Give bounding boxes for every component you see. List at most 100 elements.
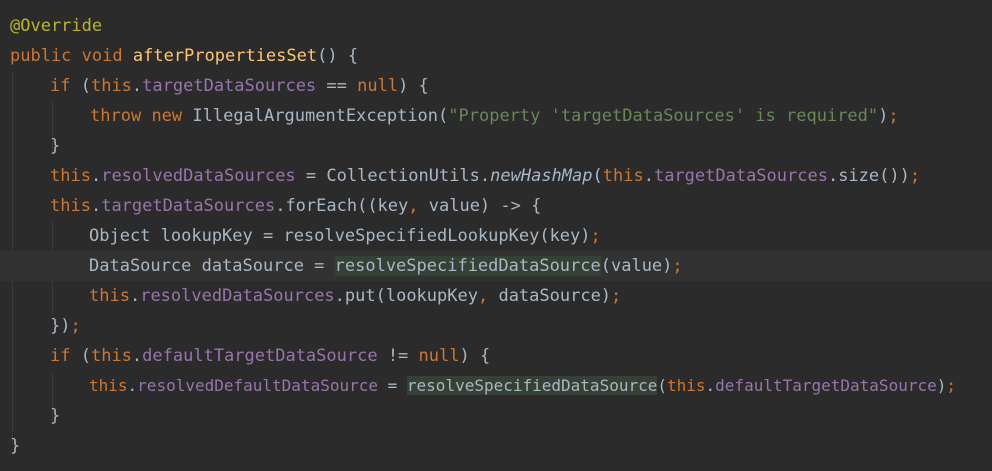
code-token: if bbox=[50, 346, 71, 366]
code-line[interactable]: if (this.defaultTargetDataSource != null… bbox=[0, 341, 992, 371]
code-token: resolvedDataSources bbox=[101, 166, 296, 186]
code-token: targetDataSources bbox=[101, 196, 276, 216]
code-line[interactable]: Object lookupKey = resolveSpecifiedLooku… bbox=[0, 221, 992, 251]
code-text: if (this.defaultTargetDataSource != null… bbox=[50, 341, 490, 371]
code-token: , bbox=[408, 196, 419, 216]
code-line[interactable]: throw new IllegalArgumentException("Prop… bbox=[0, 101, 992, 131]
code-line[interactable]: } bbox=[0, 431, 992, 461]
code-token: Object lookupKey = resolveSpecifiedLooku… bbox=[89, 226, 591, 246]
code-token: defaultTargetDataSource bbox=[715, 376, 937, 395]
code-token: ) { bbox=[398, 76, 429, 96]
code-token: public bbox=[10, 46, 72, 66]
code-line[interactable]: this.resolvedDataSources = CollectionUti… bbox=[0, 161, 992, 191]
code-token: . bbox=[90, 166, 102, 186]
code-token: "Property 'targetDataSources' is require… bbox=[448, 106, 879, 126]
code-token: DataSource dataSource = bbox=[89, 256, 335, 276]
code-token: resolvedDataSources bbox=[140, 286, 335, 306]
code-token: ( bbox=[70, 346, 91, 366]
code-token: } bbox=[50, 136, 61, 156]
code-token: . bbox=[127, 376, 138, 395]
code-token: this bbox=[50, 166, 91, 186]
code-token: this bbox=[90, 346, 132, 366]
code-token: ( bbox=[657, 376, 667, 395]
code-token: void bbox=[81, 46, 123, 66]
code-text: Object lookupKey = resolveSpecifiedLooku… bbox=[89, 221, 601, 251]
code-token: IllegalArgumentException( bbox=[182, 106, 449, 126]
code-token: if bbox=[50, 76, 71, 96]
code-token: ( bbox=[592, 166, 603, 186]
code-token: (value) bbox=[600, 256, 673, 276]
code-token: == bbox=[316, 76, 358, 96]
code-line[interactable]: public void afterPropertiesSet() { bbox=[0, 41, 992, 71]
code-token: resolvedDefaultDataSource bbox=[137, 376, 378, 395]
code-token: () { bbox=[317, 46, 359, 66]
code-token: ; bbox=[611, 286, 622, 306]
code-text: } bbox=[50, 401, 60, 431]
code-text: } bbox=[50, 131, 60, 161]
code-token: . bbox=[131, 346, 143, 366]
code-token: targetDataSources bbox=[653, 166, 828, 186]
code-token: = bbox=[378, 376, 407, 395]
code-token: . bbox=[90, 196, 102, 216]
code-token: ; bbox=[888, 106, 899, 126]
current-code-line[interactable]: DataSource dataSource = resolveSpecified… bbox=[0, 251, 992, 281]
code-token: afterPropertiesSet bbox=[132, 46, 318, 66]
code-token: this bbox=[89, 376, 128, 395]
code-line[interactable]: this.resolvedDataSources.put(lookupKey, … bbox=[0, 281, 992, 311]
code-token: dataSource) bbox=[488, 286, 612, 306]
code-token: null bbox=[418, 346, 460, 366]
code-token: new bbox=[151, 106, 183, 126]
code-line[interactable]: this.resolvedDefaultDataSource = resolve… bbox=[0, 371, 992, 401]
code-token: this bbox=[90, 76, 132, 96]
code-text: } bbox=[10, 431, 20, 461]
code-line[interactable]: if (this.targetDataSources == null) { bbox=[0, 71, 992, 101]
code-token: }) bbox=[50, 316, 71, 336]
code-line[interactable]: }); bbox=[0, 311, 992, 341]
code-token: null bbox=[357, 76, 399, 96]
code-token: resolveSpecifiedDataSource bbox=[334, 256, 601, 276]
code-token: @Override bbox=[10, 16, 103, 36]
code-token: , bbox=[477, 286, 489, 306]
code-text: @Override bbox=[10, 11, 102, 41]
code-token: this bbox=[602, 166, 644, 186]
code-token: . bbox=[643, 166, 654, 186]
code-token: } bbox=[50, 406, 61, 426]
code-line[interactable]: @Override bbox=[0, 11, 992, 41]
code-line[interactable]: } bbox=[0, 131, 992, 161]
code-text: DataSource dataSource = resolveSpecified… bbox=[89, 251, 683, 281]
code-token: ; bbox=[70, 316, 81, 336]
code-token: ) bbox=[936, 376, 947, 395]
code-token: this bbox=[50, 196, 91, 216]
code-line[interactable]: } bbox=[0, 401, 992, 431]
code-token: ; bbox=[590, 226, 601, 246]
code-token: . bbox=[129, 286, 141, 306]
code-editor[interactable]: @Override public void afterPropertiesSet… bbox=[0, 0, 992, 471]
code-token: value) -> { bbox=[418, 196, 542, 216]
code-text: public void afterPropertiesSet() { bbox=[10, 41, 358, 71]
code-token: this bbox=[89, 286, 130, 306]
code-text: }); bbox=[50, 311, 81, 341]
code-line[interactable]: this.targetDataSources.forEach((key, val… bbox=[0, 191, 992, 221]
code-token: ) bbox=[878, 106, 889, 126]
code-token: ( bbox=[70, 76, 91, 96]
code-token: ; bbox=[672, 256, 683, 276]
code-token: } bbox=[10, 436, 21, 456]
code-token: this bbox=[667, 376, 706, 395]
code-token: .size()) bbox=[827, 166, 910, 186]
code-text: throw new IllegalArgumentException("Prop… bbox=[90, 101, 899, 131]
code-token: targetDataSources bbox=[142, 76, 317, 96]
code-token: . bbox=[131, 76, 143, 96]
code-token: ; bbox=[946, 376, 957, 395]
code-text: this.resolvedDataSources = CollectionUti… bbox=[50, 161, 920, 191]
code-token: defaultTargetDataSource bbox=[142, 346, 378, 366]
code-token: throw bbox=[90, 106, 142, 126]
code-token: resolveSpecifiedDataSource bbox=[406, 376, 658, 395]
code-token: ; bbox=[909, 166, 921, 186]
code-token: != bbox=[377, 346, 419, 366]
code-text: this.resolvedDataSources.put(lookupKey, … bbox=[89, 281, 621, 311]
code-token: .put(lookupKey bbox=[334, 286, 478, 306]
code-text: if (this.targetDataSources == null) { bbox=[50, 71, 429, 101]
